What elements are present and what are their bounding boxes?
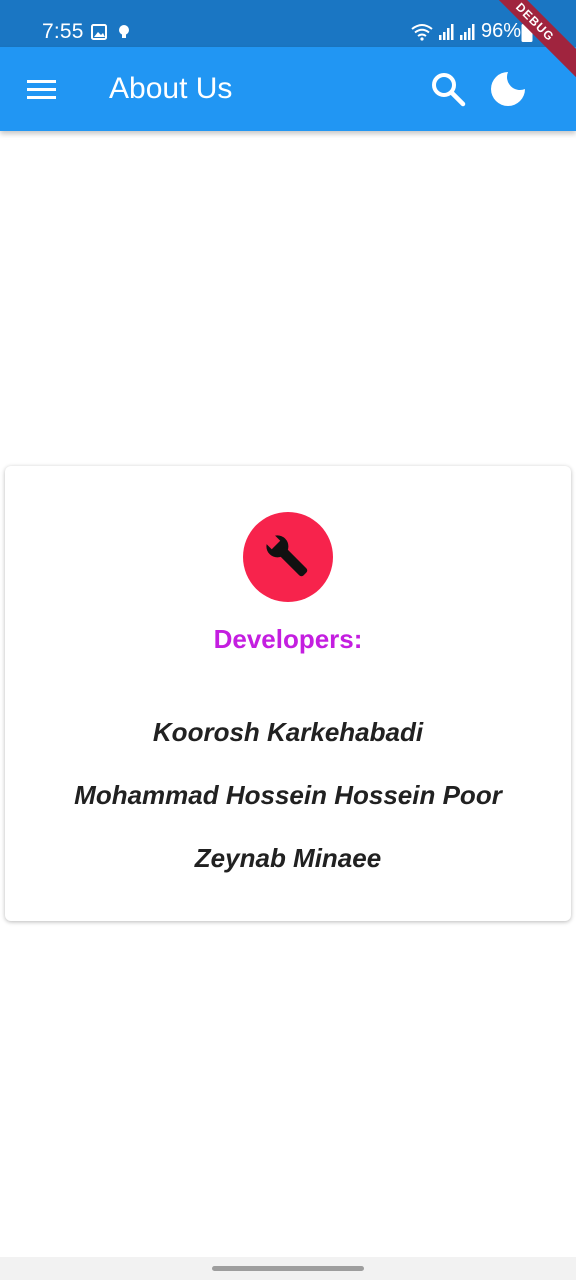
wifi-icon (411, 24, 433, 41)
developer-name: Zeynab Minaee (194, 843, 382, 873)
developer-name: Koorosh Karkehabadi (152, 717, 424, 747)
wrench-icon (263, 532, 308, 577)
moon-icon (491, 72, 525, 106)
search-icon (432, 73, 466, 107)
card-avatar (243, 512, 333, 602)
gesture-handle[interactable] (212, 1266, 364, 1271)
navigation-bar (0, 1257, 576, 1280)
menu-button[interactable] (20, 69, 60, 109)
search-button[interactable] (428, 69, 468, 109)
signal-icon (460, 24, 475, 40)
gallery-icon (91, 24, 107, 40)
status-time: 7:55 (42, 20, 84, 43)
app-bar: About Us (0, 47, 576, 131)
menu-icon (27, 80, 56, 99)
status-bar: 7:55 96% (0, 0, 576, 47)
developer-name: Mohammad Hossein Hossein Poor (74, 780, 502, 810)
developers-heading: Developers: (213, 624, 363, 654)
developers-card: Developers: Koorosh Karkehabadi Mohammad… (5, 466, 571, 921)
dark-mode-toggle[interactable] (488, 69, 528, 109)
bulb-icon (119, 25, 129, 38)
signal-icon (439, 24, 454, 40)
battery-percentage: 96% (481, 20, 522, 42)
page-title: About Us (109, 72, 233, 105)
